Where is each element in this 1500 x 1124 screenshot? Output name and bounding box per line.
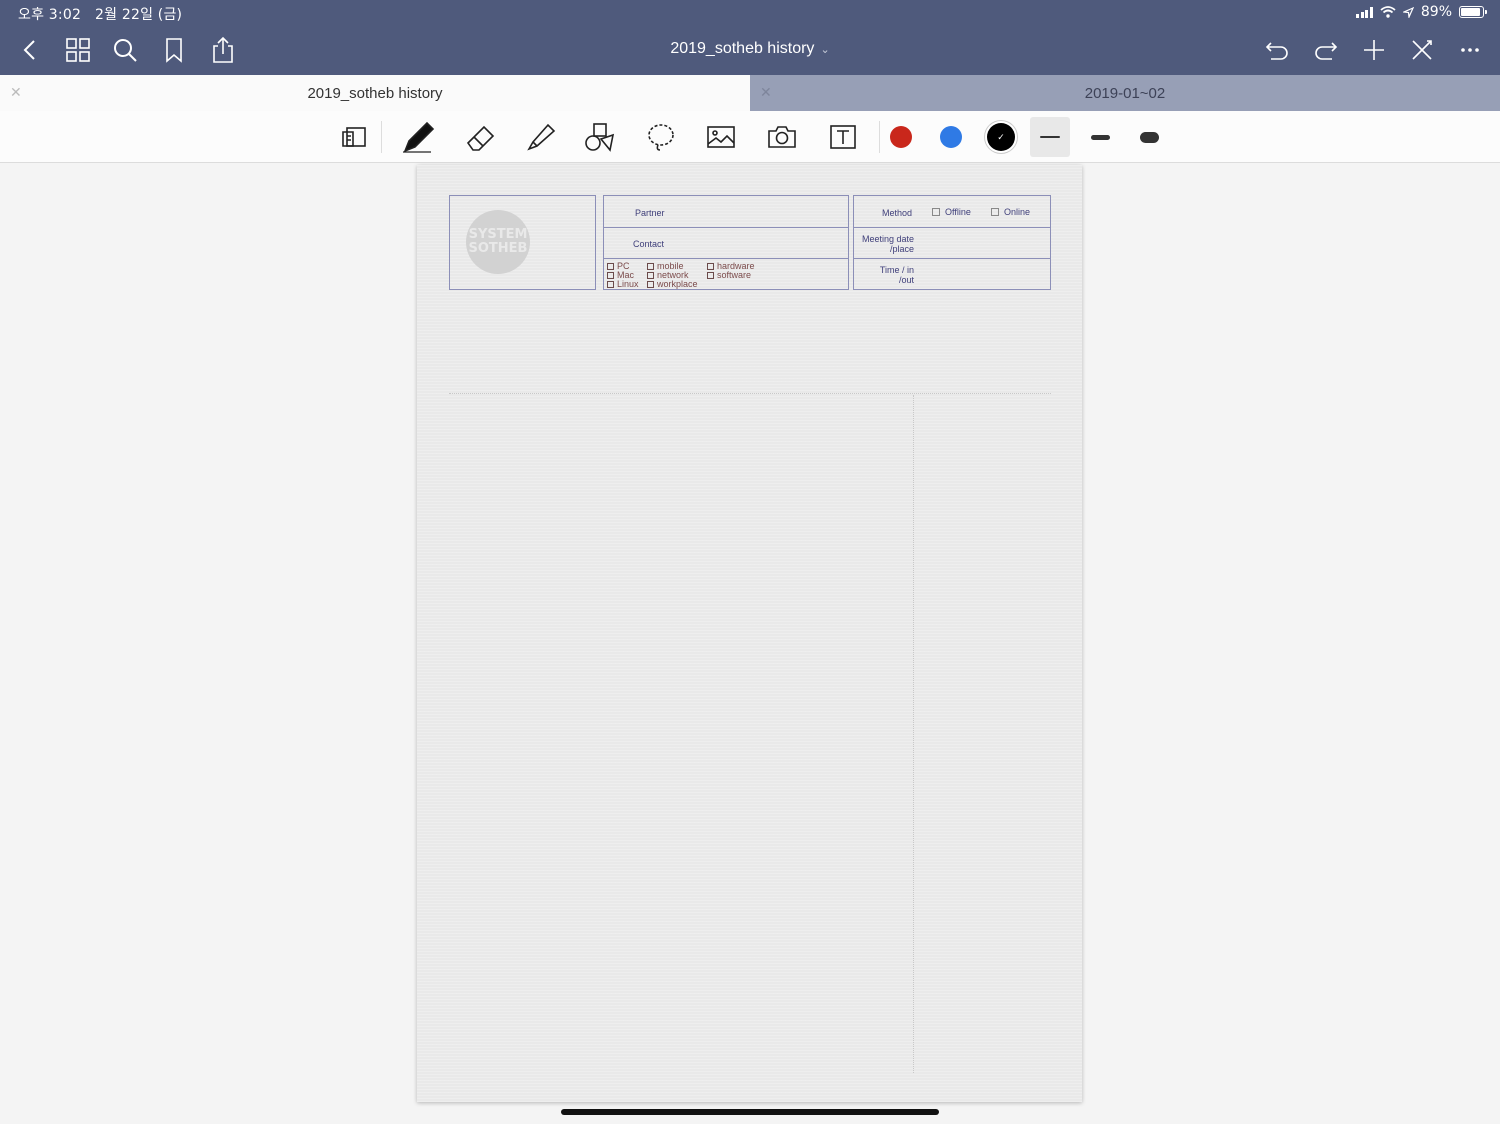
status-bar-left: 오후 3:02 2월 22일 (금) bbox=[18, 4, 182, 24]
wifi-icon bbox=[1380, 6, 1396, 18]
tab-2019-sotheb-history[interactable]: ✕ 2019_sotheb history bbox=[0, 75, 750, 111]
highlighter-icon bbox=[527, 123, 556, 151]
column-divider bbox=[913, 395, 914, 1073]
document-title-text: 2019_sotheb history bbox=[670, 40, 815, 57]
battery-percent: 89% bbox=[1420, 4, 1452, 20]
undo-button[interactable] bbox=[1261, 34, 1293, 66]
logo-box: SYSTEM SOTHEB bbox=[449, 195, 596, 290]
stroke-thin-option[interactable] bbox=[1030, 117, 1070, 157]
more-button[interactable] bbox=[1454, 34, 1486, 66]
close-editing-button[interactable] bbox=[1406, 34, 1438, 66]
signal-icon bbox=[1356, 6, 1373, 18]
chevron-down-icon: ⌄ bbox=[820, 44, 830, 56]
close-tab-icon[interactable]: ✕ bbox=[760, 84, 772, 101]
status-bar-right: 89% bbox=[1356, 4, 1487, 20]
tab-2019-01-02[interactable]: ✕ 2019-01~02 bbox=[750, 75, 1500, 111]
add-page-button[interactable] bbox=[1358, 34, 1390, 66]
chevron-down-icon: ✓ bbox=[997, 131, 1005, 142]
logo-line-2: SOTHEB bbox=[468, 241, 528, 256]
row-divider bbox=[604, 258, 848, 259]
partner-contact-box: Partner Contact PC Mac Linux mobile netw… bbox=[603, 195, 849, 290]
redo-button[interactable] bbox=[1310, 34, 1342, 66]
lasso-icon bbox=[648, 124, 674, 151]
bookmark-icon bbox=[166, 38, 182, 63]
eraser-tool-button[interactable] bbox=[462, 119, 498, 155]
meeting-info-box: Method Offline Online Meeting date/place… bbox=[853, 195, 1051, 290]
camera-tool-button[interactable] bbox=[764, 119, 800, 155]
checkbox-software[interactable]: software bbox=[707, 271, 751, 280]
toolbar-separator bbox=[879, 121, 880, 153]
checkbox-offline[interactable]: Offline bbox=[932, 207, 971, 217]
close-tab-icon[interactable]: ✕ bbox=[10, 84, 22, 101]
battery-icon bbox=[1459, 6, 1487, 18]
logo-line-1: SYSTEM bbox=[468, 227, 528, 242]
section-divider bbox=[449, 393, 1051, 394]
checkbox-linux[interactable]: Linux bbox=[607, 280, 639, 289]
thumbnails-button[interactable] bbox=[62, 34, 94, 66]
contact-label: Contact bbox=[633, 239, 665, 249]
partner-label: Partner bbox=[635, 208, 665, 218]
color-blue-swatch[interactable] bbox=[940, 126, 962, 148]
color-red-swatch[interactable] bbox=[890, 126, 912, 148]
undo-icon bbox=[1265, 42, 1288, 60]
reader-mode-icon bbox=[342, 127, 366, 147]
home-indicator[interactable] bbox=[561, 1109, 939, 1115]
redo-icon bbox=[1315, 42, 1338, 60]
bookmark-button[interactable] bbox=[158, 34, 190, 66]
status-time: 오후 3:02 bbox=[18, 7, 82, 23]
notebook-page[interactable]: SYSTEM SOTHEB Partner Contact PC Mac Linu… bbox=[417, 165, 1082, 1102]
time-label: Time / in/out bbox=[879, 265, 914, 285]
more-icon bbox=[1461, 48, 1479, 52]
add-icon bbox=[1364, 40, 1384, 60]
share-button[interactable] bbox=[207, 34, 239, 66]
image-tool-button[interactable] bbox=[703, 119, 739, 155]
method-label: Method bbox=[882, 208, 913, 218]
row-divider bbox=[604, 227, 848, 228]
stroke-medium-option[interactable] bbox=[1080, 117, 1120, 157]
highlighter-tool-button[interactable] bbox=[522, 119, 558, 155]
status-date: 2월 22일 (금) bbox=[95, 7, 183, 23]
back-icon bbox=[23, 40, 35, 60]
shapes-tool-button[interactable] bbox=[582, 119, 618, 155]
row-divider bbox=[854, 258, 1050, 259]
tab-label: 2019_sotheb history bbox=[307, 84, 443, 102]
eraser-icon bbox=[466, 125, 495, 151]
company-logo: SYSTEM SOTHEB bbox=[466, 210, 530, 274]
share-icon bbox=[213, 36, 233, 63]
drawing-toolbar: ✓ bbox=[0, 111, 1500, 163]
color-black-swatch[interactable]: ✓ bbox=[987, 123, 1015, 151]
image-icon bbox=[707, 126, 735, 148]
text-tool-button[interactable] bbox=[825, 119, 861, 155]
checkbox-workplace[interactable]: workplace bbox=[647, 280, 698, 289]
tab-label: 2019-01~02 bbox=[1084, 84, 1166, 102]
search-icon bbox=[114, 39, 137, 62]
document-title-button[interactable]: 2019_sotheb history ⌄ bbox=[670, 40, 829, 57]
pen-tool-button[interactable] bbox=[400, 119, 436, 155]
row-divider bbox=[854, 227, 1050, 228]
shapes-icon bbox=[585, 123, 615, 152]
back-button[interactable] bbox=[14, 34, 46, 66]
top-bar: 오후 3:02 2월 22일 (금) 89% 2019_sotheb histo… bbox=[0, 0, 1500, 75]
grid-icon bbox=[66, 38, 90, 62]
close-icon bbox=[1412, 40, 1432, 60]
tab-bar: ✕ 2019_sotheb history ✕ 2019-01~02 bbox=[0, 75, 1500, 111]
camera-icon bbox=[768, 126, 796, 148]
text-icon bbox=[830, 125, 856, 149]
pen-icon bbox=[403, 121, 435, 153]
search-button[interactable] bbox=[109, 34, 141, 66]
reader-mode-button[interactable] bbox=[337, 119, 373, 155]
checkbox-online[interactable]: Online bbox=[991, 207, 1030, 217]
lasso-tool-button[interactable] bbox=[643, 119, 679, 155]
meeting-date-label: Meeting date/place bbox=[861, 234, 914, 254]
toolbar-separator bbox=[381, 121, 382, 153]
location-icon bbox=[1402, 6, 1414, 18]
stroke-thick-option[interactable] bbox=[1129, 117, 1169, 157]
